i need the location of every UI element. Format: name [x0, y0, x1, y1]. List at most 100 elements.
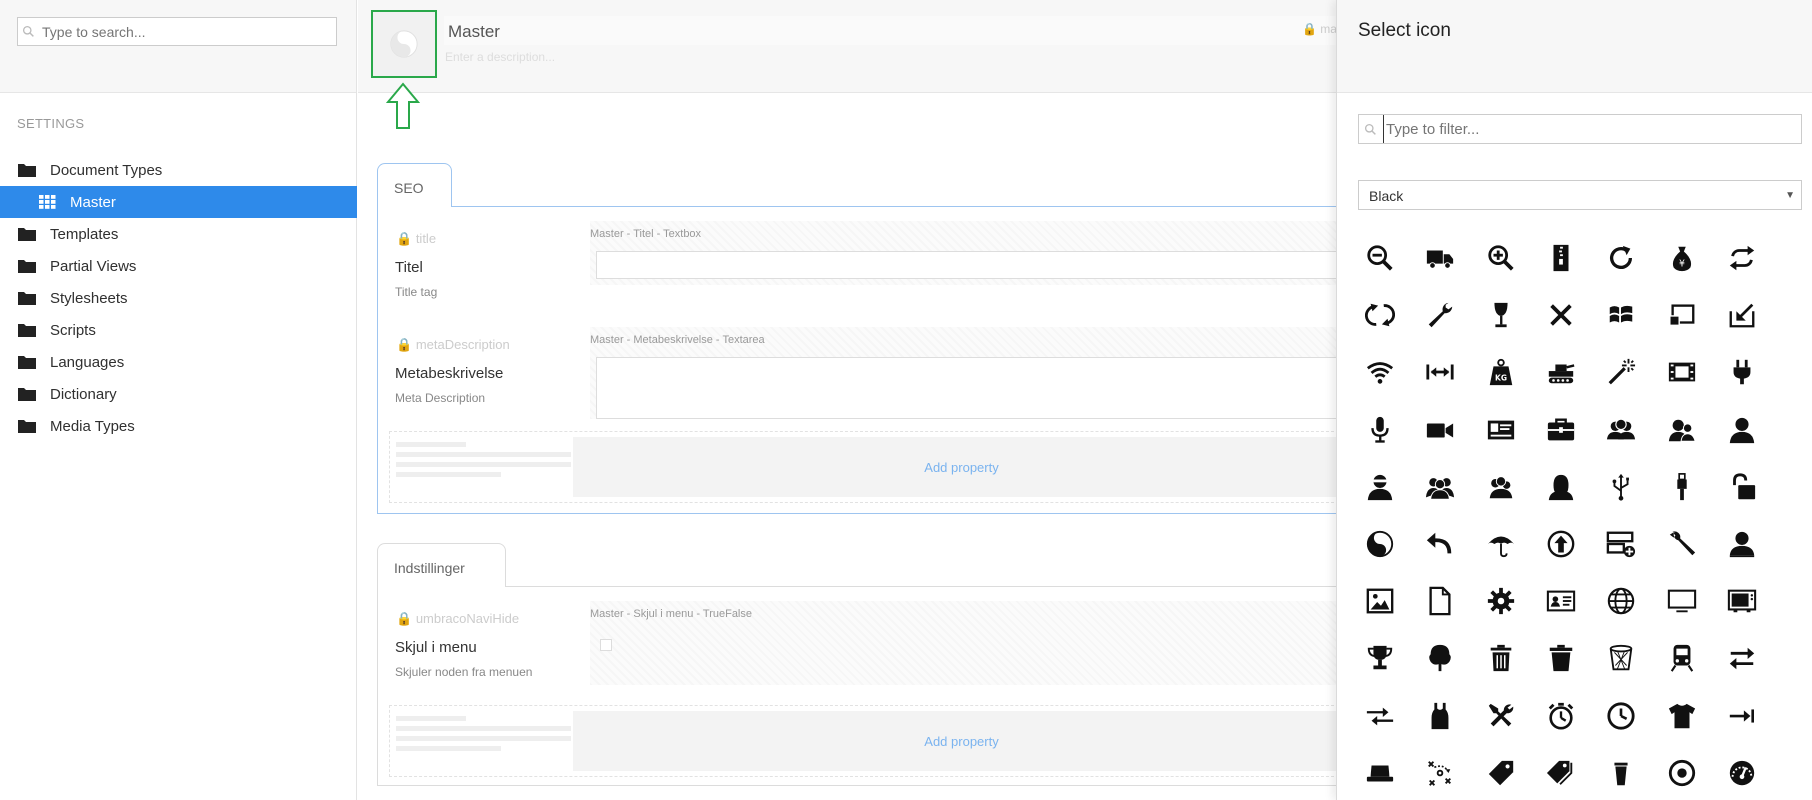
tree-item[interactable]: Templates [0, 218, 357, 250]
icon-option[interactable] [1601, 410, 1641, 450]
icon-option[interactable] [1541, 696, 1581, 736]
icon-option[interactable] [1420, 410, 1460, 450]
icon-option[interactable] [1662, 295, 1702, 335]
icon-option[interactable] [1420, 352, 1460, 392]
icon-option[interactable] [1541, 295, 1581, 335]
icon-option[interactable] [1722, 581, 1762, 621]
icon-option[interactable] [1360, 638, 1400, 678]
tree-item[interactable]: Stylesheets [0, 282, 357, 314]
icon-option[interactable] [1662, 467, 1702, 507]
icon-option[interactable] [1662, 581, 1702, 621]
icon-option[interactable] [1662, 753, 1702, 793]
filter-input[interactable] [1383, 115, 1793, 143]
icon-option[interactable] [1360, 696, 1400, 736]
icon-option[interactable]: ¥ [1662, 238, 1702, 278]
icon-option[interactable] [1601, 696, 1641, 736]
icon-option[interactable] [1541, 581, 1581, 621]
icon-option[interactable] [1481, 753, 1521, 793]
property-alias[interactable]: 🔒 metaDescription [396, 337, 510, 353]
icon-option[interactable] [1481, 238, 1521, 278]
icon-option[interactable] [1541, 638, 1581, 678]
icon-option[interactable] [1360, 524, 1400, 564]
tree-item[interactable]: Document Types [0, 154, 357, 186]
tree-item[interactable]: Dictionary [0, 378, 357, 410]
textarea-field[interactable] [596, 357, 1356, 419]
description-input[interactable]: Enter a description... [445, 50, 555, 64]
icon-option[interactable] [1601, 238, 1641, 278]
icon-option[interactable] [1662, 696, 1702, 736]
icon-option[interactable] [1541, 467, 1581, 507]
icon-option[interactable] [1601, 638, 1641, 678]
search-input[interactable] [40, 18, 330, 45]
property-alias[interactable]: 🔒 umbracoNaviHide [396, 611, 519, 627]
icon-option[interactable] [1420, 295, 1460, 335]
property-alias[interactable]: 🔒 title [396, 231, 436, 247]
icon-option[interactable] [1722, 524, 1762, 564]
icon-option[interactable] [1541, 524, 1581, 564]
icon-option[interactable] [1481, 295, 1521, 335]
tree-item[interactable]: Media Types [0, 410, 357, 442]
add-property-button[interactable]: Add property [573, 437, 1350, 497]
alias-field[interactable]: 🔒 ma [1302, 22, 1337, 36]
icon-option[interactable] [1420, 238, 1460, 278]
icon-option[interactable] [1722, 753, 1762, 793]
icon-option[interactable] [1360, 467, 1400, 507]
icon-option[interactable] [1420, 696, 1460, 736]
icon-option[interactable] [1722, 467, 1762, 507]
icon-option[interactable] [1481, 524, 1521, 564]
icon-option[interactable] [1420, 638, 1460, 678]
group-tab-seo[interactable]: SEO [377, 163, 452, 207]
group-tab-indstillinger[interactable]: Indstillinger [377, 543, 506, 587]
icon-option[interactable] [1360, 410, 1400, 450]
icon-option[interactable] [1662, 638, 1702, 678]
icon-option[interactable] [1360, 295, 1400, 335]
icon-option[interactable] [1722, 352, 1762, 392]
tree-item[interactable]: Master [0, 186, 357, 218]
icon-option[interactable] [1722, 238, 1762, 278]
icon-option[interactable] [1722, 638, 1762, 678]
icon-option[interactable] [1481, 638, 1521, 678]
icon-option[interactable] [1420, 467, 1460, 507]
color-select[interactable]: Black ▼ [1358, 180, 1802, 210]
icon-option[interactable] [1601, 581, 1641, 621]
icon-option[interactable] [1420, 524, 1460, 564]
icon-option[interactable] [1360, 753, 1400, 793]
icon-option[interactable] [1541, 753, 1581, 793]
icon-option[interactable] [1481, 467, 1521, 507]
icon-option[interactable] [1722, 410, 1762, 450]
icon-option[interactable] [1541, 238, 1581, 278]
property-meta-description: 🔒 metaDescription Metabeskrivelse Meta D… [378, 327, 1356, 419]
name-input[interactable]: Master [444, 16, 1344, 45]
icon-option[interactable] [1722, 696, 1762, 736]
icon-option[interactable] [1481, 696, 1521, 736]
icon-option[interactable] [1481, 410, 1521, 450]
textbox-field[interactable] [596, 251, 1356, 279]
search-box[interactable] [17, 17, 337, 46]
icon-option[interactable] [1360, 581, 1400, 621]
icon-option[interactable] [1360, 352, 1400, 392]
icon-option[interactable] [1601, 295, 1641, 335]
icon-option[interactable] [1541, 410, 1581, 450]
icon-option[interactable] [1420, 581, 1460, 621]
icon-option[interactable] [1601, 524, 1641, 564]
icon-option[interactable] [1360, 238, 1400, 278]
icon-option[interactable] [1722, 295, 1762, 335]
tree-item[interactable]: Languages [0, 346, 357, 378]
toolbox-icon [1547, 418, 1575, 440]
icon-option[interactable] [1541, 352, 1581, 392]
icon-option[interactable] [1662, 524, 1702, 564]
icon-picker-button[interactable] [371, 10, 437, 78]
icon-option[interactable] [1601, 352, 1641, 392]
checkbox[interactable] [600, 639, 612, 651]
tree-item[interactable]: Partial Views [0, 250, 357, 282]
filter-box[interactable] [1358, 114, 1802, 144]
add-property-button[interactable]: Add property [573, 711, 1350, 771]
icon-option[interactable] [1662, 410, 1702, 450]
icon-option[interactable] [1662, 352, 1702, 392]
icon-option[interactable] [1481, 581, 1521, 621]
icon-option[interactable]: KG [1481, 352, 1521, 392]
icon-option[interactable] [1601, 467, 1641, 507]
icon-option[interactable] [1420, 753, 1460, 793]
icon-option[interactable] [1601, 753, 1641, 793]
tree-item[interactable]: Scripts [0, 314, 357, 346]
